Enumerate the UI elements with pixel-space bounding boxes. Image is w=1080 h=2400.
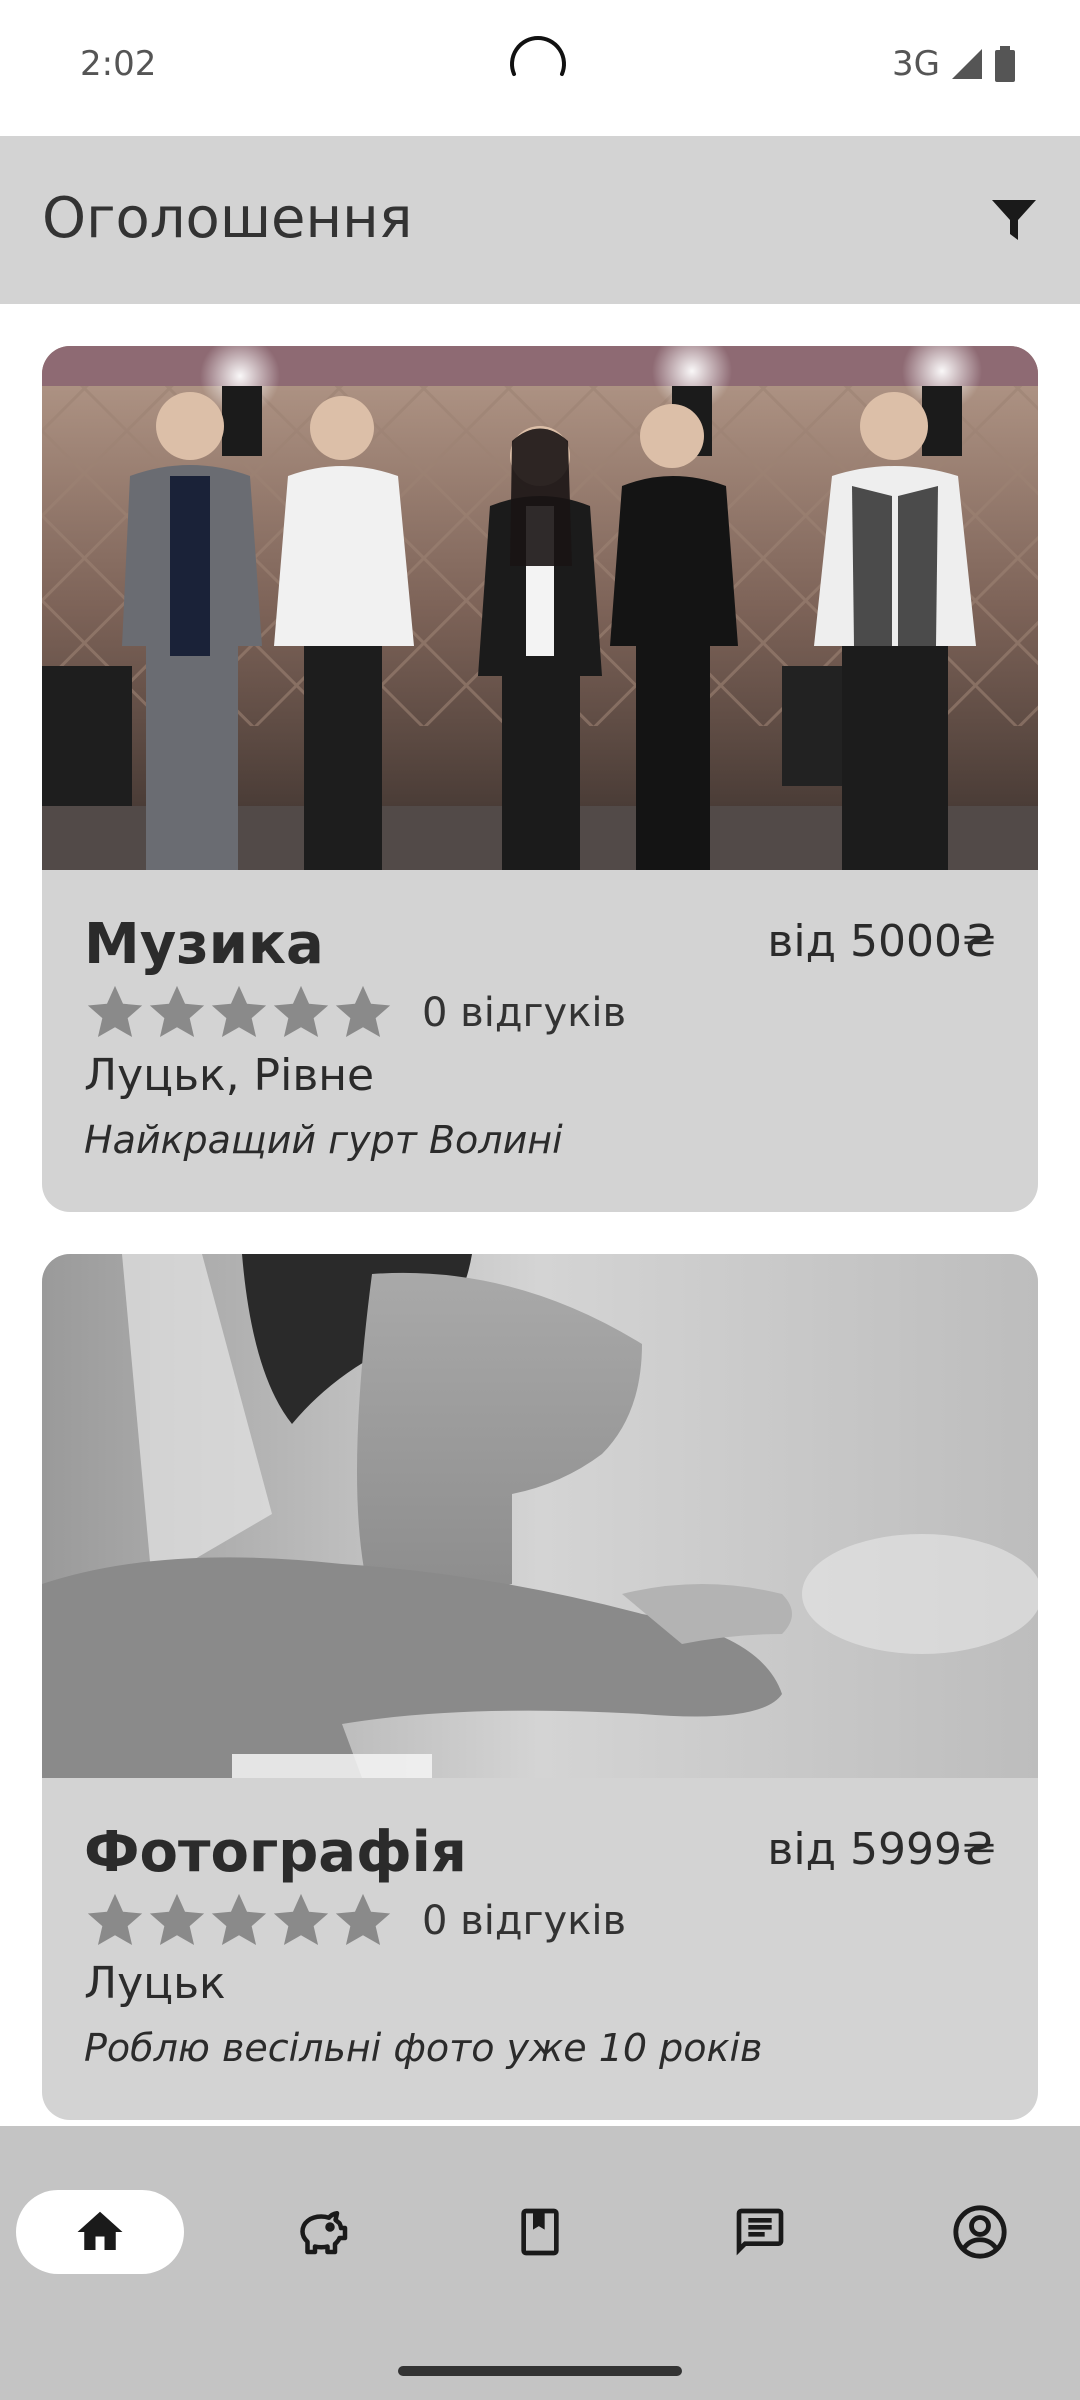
- star-icon: [149, 1893, 205, 1946]
- listing-image-bride: [42, 1254, 1038, 1778]
- network-type: 3G: [892, 44, 940, 84]
- listing-price: від 5000₴: [767, 916, 996, 967]
- listing-card[interactable]: Музика від 5000₴ 0 відгуків Луцьк, Рівне…: [42, 346, 1038, 1212]
- nav-messages[interactable]: [676, 2190, 844, 2274]
- listing-location: Луцьк: [84, 1958, 226, 2009]
- star-icon: [273, 1893, 329, 1946]
- listing-category: Фотографія: [84, 1820, 467, 1885]
- rating-row: 0 відгуків: [84, 1890, 626, 1952]
- reviews-count: 0 відгуків: [422, 990, 627, 1036]
- listing-image-band: [42, 346, 1038, 870]
- rating-stars: [84, 982, 394, 1044]
- star-icon: [87, 985, 143, 1038]
- nav-savings[interactable]: [236, 2190, 404, 2274]
- status-time: 2:02: [80, 44, 157, 84]
- status-bar: 2:02 3G: [0, 0, 1080, 136]
- listing-price: від 5999₴: [767, 1824, 996, 1875]
- bride-photo: [42, 1254, 1038, 1778]
- battery-icon: [995, 46, 1015, 82]
- nav-profile[interactable]: [896, 2190, 1064, 2274]
- listing-details: Музика від 5000₴ 0 відгуків Луцьк, Рівне…: [42, 870, 1038, 1212]
- signal-icon: [952, 49, 982, 79]
- star-icon: [87, 1893, 143, 1946]
- listing-description: Роблю весільні фото уже 10 років: [84, 2026, 763, 2070]
- app-bar: Оголошення: [0, 136, 1080, 304]
- rating-stars: [84, 1890, 394, 1952]
- band-photo: [42, 346, 1038, 870]
- chat-icon: [736, 2208, 784, 2256]
- page-title: Оголошення: [42, 186, 413, 251]
- gesture-navigation-bar[interactable]: [398, 2366, 682, 2376]
- bookmark-book-icon: [521, 2208, 559, 2256]
- loading-spinner-icon: [510, 36, 566, 76]
- star-icon: [211, 985, 267, 1038]
- nav-bookings[interactable]: [456, 2190, 624, 2274]
- filter-icon: [992, 200, 1036, 240]
- star-icon: [335, 1893, 391, 1946]
- star-icon: [149, 985, 205, 1038]
- star-icon: [335, 985, 391, 1038]
- listing-description: Найкращий гурт Волині: [84, 1118, 563, 1162]
- reviews-count: 0 відгуків: [422, 1898, 627, 1944]
- home-icon: [77, 2211, 123, 2250]
- rating-row: 0 відгуків: [84, 982, 626, 1044]
- star-icon: [273, 985, 329, 1038]
- listing-location: Луцьк, Рівне: [84, 1050, 375, 1101]
- listing-category: Музика: [84, 912, 324, 977]
- piggy-bank-icon: [300, 2211, 348, 2255]
- listing-details: Фотографія від 5999₴ 0 відгуків Луцьк Ро…: [42, 1778, 1038, 2120]
- account-icon: [953, 2205, 1007, 2259]
- listing-card[interactable]: Фотографія від 5999₴ 0 відгуків Луцьк Ро…: [42, 1254, 1038, 2120]
- filter-button[interactable]: [978, 184, 1050, 256]
- bottom-navigation: [0, 2126, 1080, 2400]
- star-icon: [211, 1893, 267, 1946]
- nav-home[interactable]: [16, 2190, 184, 2274]
- status-indicators: 3G: [892, 44, 1016, 84]
